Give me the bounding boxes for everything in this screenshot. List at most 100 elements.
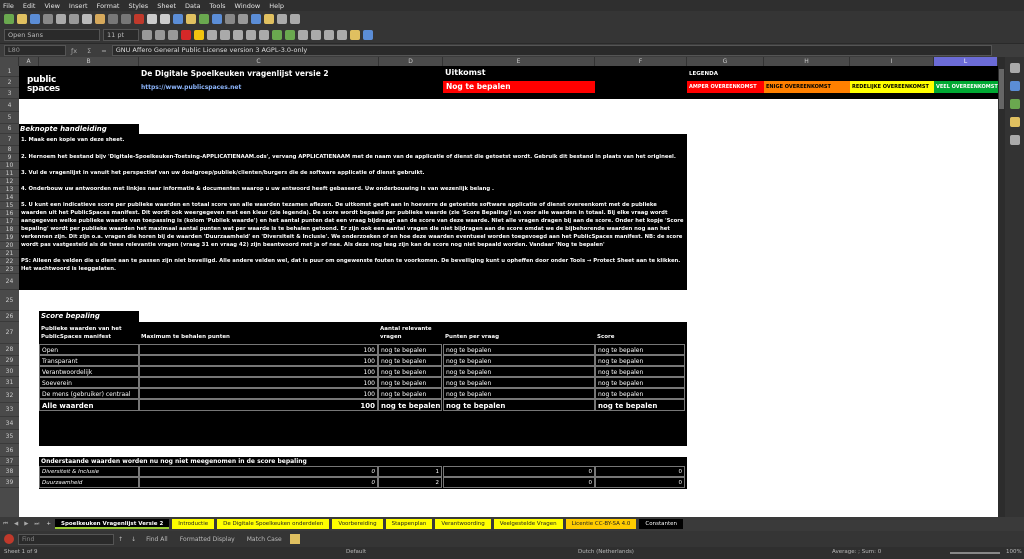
menu-item[interactable]: Insert [69, 2, 88, 10]
next-sheet-icon[interactable]: ▶ [24, 521, 28, 527]
row-header[interactable]: 30 [0, 366, 19, 377]
language[interactable]: Dutch (Netherlands) [578, 549, 634, 555]
menu-item[interactable]: Tools [210, 2, 226, 10]
first-sheet-icon[interactable]: ⏮ [3, 521, 8, 528]
column-header[interactable]: B [39, 57, 139, 66]
underline-icon[interactable] [168, 30, 178, 40]
menu-item[interactable]: File [3, 2, 14, 10]
column-header[interactable]: F [595, 57, 687, 66]
pivot-icon[interactable] [225, 14, 235, 24]
row-header[interactable]: 7 [0, 134, 19, 146]
sheet-tab[interactable]: Constanten [639, 519, 683, 529]
row-header[interactable]: 31 [0, 377, 19, 388]
row-header[interactable]: 38 [0, 466, 19, 477]
export-pdf-icon[interactable] [43, 14, 53, 24]
print-icon[interactable] [56, 14, 66, 24]
menu-item[interactable]: View [44, 2, 59, 10]
row-header[interactable]: 5 [0, 112, 19, 124]
sheet-tab[interactable]: Licentie CC-BY-SA 4.0 [565, 519, 637, 529]
row-header[interactable]: 18 [0, 226, 19, 234]
number-format-icon[interactable] [298, 30, 308, 40]
row-header[interactable]: 27 [0, 322, 19, 344]
column-header[interactable]: C [139, 57, 379, 66]
column-header[interactable]: G [687, 57, 764, 66]
currency-icon[interactable] [272, 30, 282, 40]
row-header[interactable]: 12 [0, 178, 19, 186]
uitkomst-value[interactable]: Nog te bepalen [443, 81, 595, 93]
row-header[interactable]: 36 [0, 444, 19, 457]
menu-item[interactable]: Data [185, 2, 201, 10]
special-char-icon[interactable] [238, 14, 248, 24]
save-icon[interactable] [30, 14, 40, 24]
highlight-icon[interactable] [194, 30, 204, 40]
row-header[interactable]: 17 [0, 218, 19, 226]
row-header[interactable]: 19 [0, 234, 19, 242]
row-header[interactable]: 9 [0, 154, 19, 162]
add-decimal-icon[interactable] [311, 30, 321, 40]
sheet-tab[interactable]: Stappenplan [385, 519, 433, 529]
name-box[interactable]: L80 [4, 45, 66, 56]
formula-input[interactable]: GNU Affero General Public License versio… [111, 45, 992, 56]
row-header[interactable]: 34 [0, 417, 19, 430]
row-header[interactable]: 24 [0, 274, 19, 290]
hyperlink-icon[interactable] [251, 14, 261, 24]
row-header[interactable]: 35 [0, 430, 19, 444]
redo-icon[interactable] [121, 14, 131, 24]
wrap-text-icon[interactable] [246, 30, 256, 40]
sheet-tab[interactable]: Introductie [172, 519, 215, 529]
sheet-tab[interactable]: Veelgestelde Vragen [493, 519, 563, 529]
menu-item[interactable]: Window [235, 2, 261, 10]
align-center-icon[interactable] [220, 30, 230, 40]
vertical-scrollbar[interactable] [998, 57, 1005, 517]
column-header-selected[interactable]: L [934, 57, 998, 66]
row-header[interactable]: 11 [0, 170, 19, 178]
sum-icon[interactable]: Σ [87, 47, 91, 55]
add-sheet-icon[interactable]: + [46, 521, 51, 527]
row-header[interactable]: 3 [0, 88, 19, 99]
formatted-display-checkbox[interactable]: Formatted Display [180, 536, 235, 543]
row-header[interactable]: 21 [0, 250, 19, 258]
font-color-icon[interactable] [181, 30, 191, 40]
publicspaces-link[interactable]: https://www.publicspaces.net [141, 84, 241, 91]
find-replace-icon[interactable] [289, 534, 300, 544]
sheet-tab[interactable]: Voorbereiding [332, 519, 383, 529]
row-header[interactable]: 33 [0, 403, 19, 417]
properties-icon[interactable] [1009, 63, 1020, 73]
align-right-icon[interactable] [233, 30, 243, 40]
column-header[interactable]: D [379, 57, 443, 66]
row-header[interactable]: 23 [0, 266, 19, 274]
chart-icon[interactable] [212, 14, 222, 24]
row-header[interactable]: 20 [0, 242, 19, 250]
cut-icon[interactable] [69, 14, 79, 24]
match-case-checkbox[interactable]: Match Case [247, 536, 282, 543]
comment-icon[interactable] [264, 14, 274, 24]
image-icon[interactable] [199, 14, 209, 24]
row-header[interactable]: 1 [0, 66, 19, 77]
spreadsheet-grid[interactable]: public spaces De Digitale Spoelkeuken vr… [19, 66, 998, 517]
find-next-icon[interactable]: ↓ [131, 536, 136, 543]
zoom-slider[interactable] [950, 552, 1000, 554]
insert-row-icon[interactable] [147, 14, 157, 24]
zoom-level[interactable]: 100% [1006, 549, 1022, 555]
percent-icon[interactable] [285, 30, 295, 40]
prev-sheet-icon[interactable]: ◀ [14, 521, 18, 527]
menu-item[interactable]: Sheet [157, 2, 176, 10]
row-header[interactable]: 39 [0, 477, 19, 488]
row-header[interactable]: 16 [0, 210, 19, 218]
border-color-icon[interactable] [350, 30, 360, 40]
row-header[interactable]: 28 [0, 344, 19, 356]
open-icon[interactable] [17, 14, 27, 24]
undo-icon[interactable] [108, 14, 118, 24]
row-header[interactable]: 32 [0, 388, 19, 403]
column-header[interactable]: A [19, 57, 39, 66]
row-header[interactable]: 26 [0, 311, 19, 322]
formula-icon[interactable]: = [101, 47, 106, 55]
close-find-icon[interactable] [4, 534, 14, 544]
column-header[interactable]: H [764, 57, 850, 66]
page-style[interactable]: Default [346, 549, 366, 555]
find-previous-icon[interactable]: ↑ [118, 536, 123, 543]
sheet-tab[interactable]: De Digitale Spoelkeuken onderdelen [217, 519, 330, 529]
paste-icon[interactable] [95, 14, 105, 24]
row-header[interactable]: 25 [0, 290, 19, 311]
column-header[interactable]: E [443, 57, 595, 66]
